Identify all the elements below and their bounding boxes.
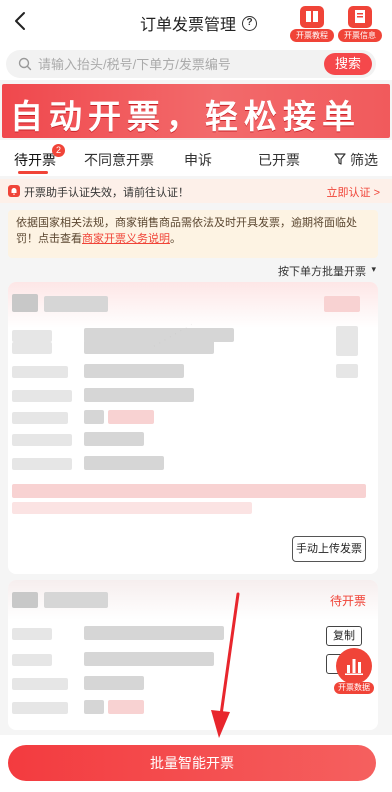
tab-bar: 待开票 2 不同意开票 申诉 已开票 筛选 bbox=[0, 140, 392, 176]
blurred-text bbox=[12, 342, 52, 354]
verify-now-link[interactable]: 立即认证 > bbox=[327, 184, 380, 200]
search-input[interactable] bbox=[38, 50, 318, 78]
tutorial-label: 开票教程 bbox=[290, 29, 334, 42]
blurred-text bbox=[108, 410, 154, 424]
invoice-info-label: 开票信息 bbox=[338, 29, 382, 42]
blurred-text bbox=[12, 412, 68, 424]
blurred-text bbox=[12, 654, 52, 666]
blurred-text bbox=[84, 676, 144, 690]
chevron-down-icon: ▾ bbox=[371, 264, 376, 274]
blurred-text bbox=[336, 340, 358, 356]
blurred-text bbox=[12, 330, 52, 342]
blurred-text bbox=[44, 296, 108, 312]
blurred-text bbox=[324, 296, 360, 312]
tab-appeal[interactable]: 申诉 bbox=[184, 150, 212, 170]
blurred-text bbox=[12, 458, 72, 470]
blurred-text bbox=[12, 484, 366, 498]
blurred-text bbox=[336, 364, 358, 378]
blurred-text bbox=[12, 390, 72, 402]
bell-icon bbox=[8, 185, 20, 197]
blurred-text bbox=[108, 700, 144, 714]
notice-text: 开票助手认证失效，请前往认证！ bbox=[24, 187, 189, 199]
tutorial-button[interactable]: 开票教程 bbox=[290, 6, 334, 42]
search-box: 搜索 bbox=[6, 50, 376, 78]
bar-chart-icon bbox=[336, 648, 372, 684]
batch-by-buyer-label: 按下单方批量开票 bbox=[278, 266, 366, 278]
blurred-text bbox=[12, 366, 68, 378]
tab-disagree[interactable]: 不同意开票 bbox=[84, 150, 154, 170]
blurred-text bbox=[84, 364, 184, 378]
help-icon[interactable]: ? bbox=[242, 15, 258, 31]
tab-issued[interactable]: 已开票 bbox=[258, 150, 300, 170]
filter-icon[interactable] bbox=[334, 153, 346, 165]
book-icon bbox=[300, 6, 324, 28]
manual-upload-button[interactable]: 手动上传发票 bbox=[292, 536, 366, 562]
blurred-text bbox=[12, 502, 252, 514]
banner-text: 自动开票，轻松接单 bbox=[10, 97, 361, 136]
blurred-text bbox=[84, 410, 104, 424]
invoice-data-label: 开票数据 bbox=[334, 682, 374, 694]
blurred-text bbox=[84, 340, 214, 354]
active-tab-indicator bbox=[18, 171, 48, 174]
invoice-icon bbox=[348, 6, 372, 28]
search-button[interactable]: 搜索 bbox=[324, 53, 372, 75]
batch-by-buyer-row[interactable]: 按下单方批量开票 ▾ bbox=[0, 260, 392, 280]
back-arrow-icon[interactable] bbox=[10, 10, 32, 32]
blurred-text bbox=[84, 626, 224, 640]
auth-notice: 开票助手认证失效，请前往认证！ 立即认证 > bbox=[0, 179, 392, 203]
blurred-text bbox=[12, 434, 72, 446]
blurred-avatar bbox=[12, 592, 38, 608]
blurred-text bbox=[84, 456, 164, 470]
blurred-avatar bbox=[12, 294, 38, 312]
blurred-text bbox=[44, 592, 108, 608]
regulation-info: 依据国家相关法规，商家销售商品需依法及时开具发票，逾期将面临处罚！点击查看商家开… bbox=[8, 210, 378, 258]
page-title-group: 订单发票管理 ? bbox=[140, 11, 258, 35]
status-badge: 待开票 bbox=[329, 594, 366, 608]
tab-filter[interactable]: 筛选 bbox=[350, 150, 378, 170]
info-text: 依据国家相关法规，商家销售商品需依法及时开具发票，逾期将面临处罚！点击查看 bbox=[16, 217, 357, 245]
batch-smart-invoice-button[interactable]: 批量智能开票 bbox=[8, 745, 376, 781]
blurred-text bbox=[84, 388, 194, 402]
blurred-text bbox=[12, 678, 68, 690]
blurred-text bbox=[84, 652, 214, 666]
promo-banner[interactable]: 自动开票，轻松接单 bbox=[2, 84, 390, 138]
search-row: 搜索 bbox=[0, 46, 392, 80]
obligation-link[interactable]: 商家开票义务说明 bbox=[82, 233, 170, 245]
copy-button[interactable]: 复制 bbox=[326, 626, 362, 646]
invoice-data-button[interactable]: 开票数据 bbox=[334, 648, 374, 694]
tab-pending[interactable]: 待开票 bbox=[14, 150, 56, 170]
bottom-bar: 批量智能开票 bbox=[0, 735, 392, 792]
info-tail: 。 bbox=[170, 233, 181, 245]
top-bar: 订单发票管理 ? 开票教程 开票信息 bbox=[0, 0, 392, 46]
blurred-text bbox=[84, 700, 104, 714]
order-card[interactable]: 待开票 复制 bbox=[8, 580, 378, 730]
blurred-text bbox=[12, 628, 52, 640]
search-icon bbox=[18, 57, 32, 71]
tab-pending-badge: 2 bbox=[52, 144, 65, 157]
invoice-info-button[interactable]: 开票信息 bbox=[338, 6, 382, 42]
blurred-text bbox=[84, 432, 144, 446]
blurred-text bbox=[12, 702, 68, 714]
page-title: 订单发票管理 bbox=[140, 17, 237, 34]
